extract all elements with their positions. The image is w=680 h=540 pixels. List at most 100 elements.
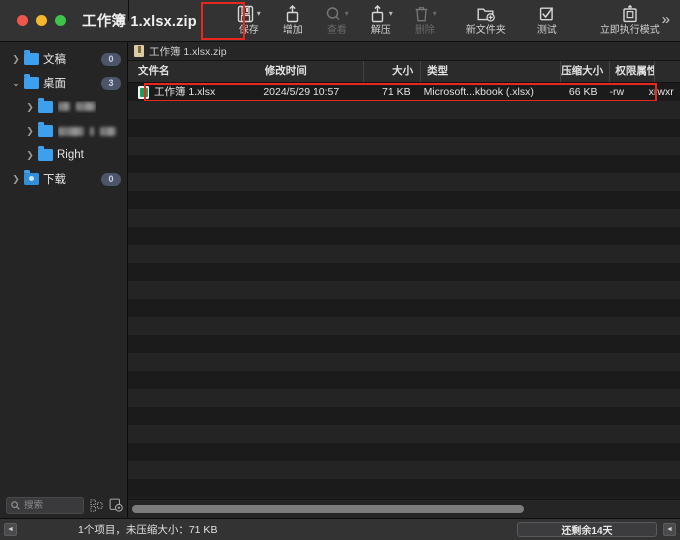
sidebar-item-desktop[interactable]: ⌄ 桌面 3: [0, 71, 127, 95]
sidebar-item-redacted-1[interactable]: ❯: [0, 95, 127, 119]
toolbar-delete-button[interactable]: ▾ 删除: [403, 0, 447, 41]
sidebar-footer-tools: [0, 492, 127, 518]
toolbar-overflow-icon[interactable]: »: [662, 12, 670, 27]
horizontal-scrollbar[interactable]: [128, 499, 680, 518]
column-header-packed[interactable]: 压缩大小: [561, 61, 611, 82]
table-row[interactable]: 工作簿 1.xlsx 2024/5/29 10:57 71 KB Microso…: [128, 83, 680, 102]
column-header-size[interactable]: 大小: [364, 61, 422, 82]
redacted-text-block: [58, 102, 70, 112]
layout-panel-icon[interactable]: [90, 498, 103, 512]
column-header-overflow[interactable]: [655, 61, 680, 82]
toolbar-new-folder-button[interactable]: 新文件夹: [447, 0, 525, 41]
sidebar-item-label: Right: [57, 149, 84, 161]
table-row-empty[interactable]: [128, 191, 680, 209]
view-caret-icon[interactable]: ▾: [345, 10, 349, 18]
chevron-right-icon[interactable]: ❯: [8, 174, 24, 185]
toolbar: ▾ 保存 增加 ▾ 查看 ▾ 解压 ▾ 删除 新文件夹 测试 立即执行模式: [227, 0, 680, 41]
table-row-empty[interactable]: [128, 317, 680, 335]
minimize-button[interactable]: [36, 15, 47, 26]
zip-archive-icon: [134, 45, 144, 57]
archive-path-bar[interactable]: 工作簿 1.xlsx.zip: [128, 42, 680, 61]
column-header-permissions[interactable]: 权限属性: [610, 61, 656, 82]
file-permissions-cell: -rw: [609, 86, 625, 98]
toolbar-extract-button[interactable]: ▾ 解压: [359, 0, 403, 41]
folder-icon: [24, 74, 39, 89]
close-button[interactable]: [17, 15, 28, 26]
redacted-text-block: [90, 127, 95, 137]
table-row-empty[interactable]: [128, 101, 680, 119]
zoom-button[interactable]: [55, 15, 66, 26]
table-row-empty[interactable]: [128, 209, 680, 227]
sidebar-item-redacted-2[interactable]: ❯ 吗: [0, 119, 127, 143]
toolbar-add-button[interactable]: 增加: [271, 0, 315, 41]
inspector-toggle-button[interactable]: ◄: [663, 523, 676, 536]
search-input[interactable]: [24, 499, 79, 511]
file-list[interactable]: 工作簿 1.xlsx 2024/5/29 10:57 71 KB Microso…: [128, 83, 680, 499]
sidebar-item-label: 文稿: [43, 54, 66, 66]
table-row-empty[interactable]: [128, 119, 680, 137]
file-name-label: 工作簿 1.xlsx: [154, 86, 216, 98]
chevron-down-icon[interactable]: ⌄: [8, 78, 24, 89]
sidebar-toggle-button[interactable]: ◄: [4, 523, 17, 536]
sidebar-search-box[interactable]: [6, 496, 84, 514]
table-row-empty[interactable]: [128, 299, 680, 317]
toolbar-test-button[interactable]: 测试: [525, 0, 569, 41]
table-row-empty[interactable]: [128, 227, 680, 245]
sidebar-item-downloads[interactable]: ❯ 下载 0: [0, 167, 127, 191]
table-row-empty[interactable]: [128, 281, 680, 299]
sidebar: ❯ 文稿 0 ⌄ 桌面 3 ❯ ❯ ❯ Right ❯ 下载 0 搜索: [0, 42, 128, 518]
file-permissions-overflow-cell: xrwxr: [648, 86, 674, 98]
sidebar-item-badge: 3: [101, 76, 121, 90]
save-caret-icon[interactable]: ▾: [257, 10, 261, 18]
table-row-empty[interactable]: [128, 371, 680, 389]
table-row-empty[interactable]: [128, 479, 680, 497]
column-header-kind[interactable]: 类型: [421, 61, 562, 82]
save-icon: ▾: [237, 5, 261, 24]
column-header-modified[interactable]: 修改时间: [265, 61, 364, 82]
toolbar-new-folder-label: 新文件夹: [465, 24, 506, 36]
chevron-right-icon[interactable]: ❯: [8, 54, 24, 65]
toolbar-view-button[interactable]: ▾ 查看: [315, 0, 359, 41]
main-body: ❯ 文稿 0 ⌄ 桌面 3 ❯ ❯ ❯ Right ❯ 下载 0 搜索 工作簿 …: [0, 42, 680, 518]
folder-icon: [38, 122, 53, 137]
column-header-filename[interactable]: 文件名: [128, 61, 265, 82]
column-header-row: 文件名 修改时间 大小 类型 压缩大小 权限属性: [128, 61, 680, 83]
chevron-right-icon[interactable]: ❯: [22, 126, 38, 137]
view-icon: ▾: [325, 5, 349, 24]
chevron-right-icon[interactable]: ❯: [22, 102, 38, 113]
redacted-text-block: [76, 102, 97, 112]
table-row-empty[interactable]: [128, 443, 680, 461]
horizontal-scrollbar-thumb[interactable]: [132, 505, 524, 513]
extract-caret-icon[interactable]: ▾: [389, 10, 393, 18]
toolbar-save-label: 保存: [238, 24, 259, 36]
sidebar-item-label-redacted: 吗: [58, 123, 121, 139]
preview-eye-icon[interactable]: [109, 498, 123, 512]
content-area: 工作簿 1.xlsx.zip 文件名 修改时间 大小 类型 压缩大小 权限属性 …: [128, 42, 680, 518]
add-icon: [284, 5, 301, 24]
sidebar-item-label: 下载: [43, 174, 66, 186]
chevron-right-icon[interactable]: ❯: [22, 150, 38, 161]
table-row-empty[interactable]: [128, 173, 680, 191]
table-row-empty[interactable]: [128, 335, 680, 353]
redacted-text-block: [100, 127, 117, 137]
table-row-empty[interactable]: [128, 461, 680, 479]
file-modified-cell: 2024/5/29 10:57: [263, 86, 340, 98]
file-name-cell: 工作簿 1.xlsx: [128, 83, 263, 101]
sidebar-item-right[interactable]: ❯ Right: [0, 143, 127, 167]
trial-status-badge[interactable]: 还剩余14天: [517, 522, 657, 537]
table-row-empty[interactable]: [128, 389, 680, 407]
toolbar-save-button[interactable]: ▾ 保存: [227, 0, 271, 41]
table-row-empty[interactable]: [128, 155, 680, 173]
status-divider: [128, 0, 129, 21]
table-row-empty[interactable]: [128, 245, 680, 263]
delete-caret-icon[interactable]: ▾: [433, 10, 437, 18]
table-row-empty[interactable]: [128, 263, 680, 281]
table-row-empty[interactable]: [128, 137, 680, 155]
table-row-empty[interactable]: [128, 407, 680, 425]
folder-icon: [24, 50, 39, 65]
sidebar-item-badge: 0: [101, 172, 121, 186]
sidebar-item-documents[interactable]: ❯ 文稿 0: [0, 47, 127, 71]
toolbar-test-label: 测试: [536, 24, 557, 36]
table-row-empty[interactable]: [128, 425, 680, 443]
table-row-empty[interactable]: [128, 353, 680, 371]
